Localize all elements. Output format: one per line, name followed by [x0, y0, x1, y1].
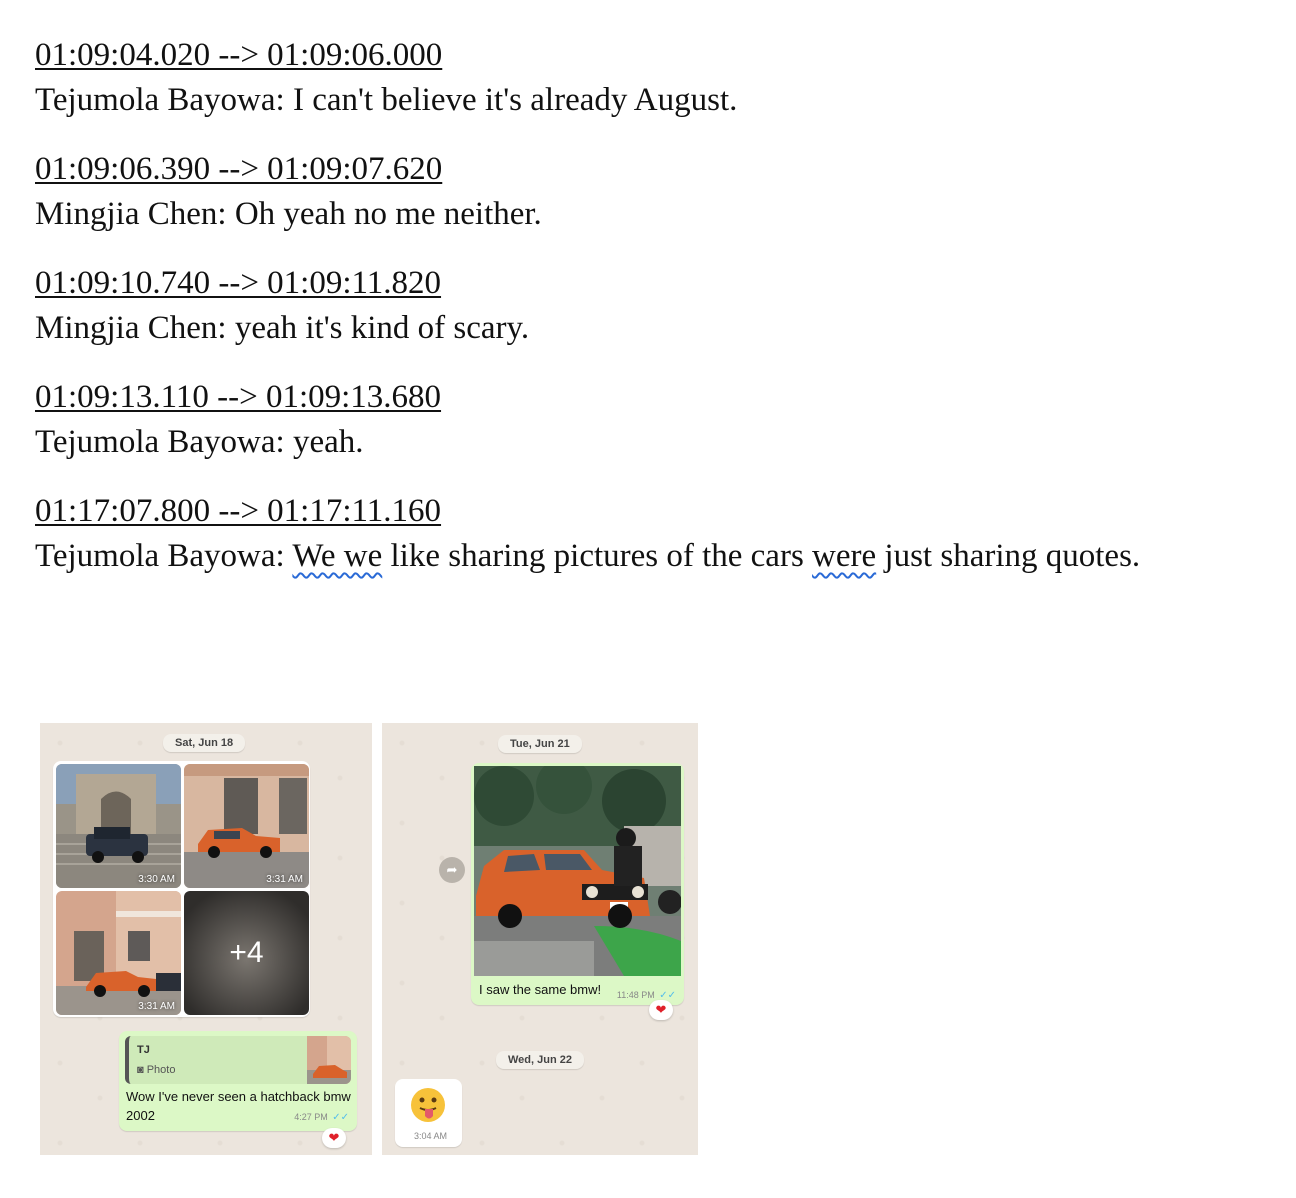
tongue-out-emoji-icon [411, 1088, 445, 1122]
date-chip: Sat, Jun 18 [163, 734, 246, 752]
quoted-sender: TJ [137, 1044, 150, 1056]
photo-message-bubble[interactable]: I saw the same bmw! 11:48 PM ✓✓ [471, 763, 684, 1005]
read-ticks-icon: ✓✓ [332, 1112, 349, 1123]
forward-icon[interactable]: ➦ [439, 857, 465, 883]
spellcheck-word[interactable]: were [812, 538, 876, 574]
cue-timestamp: 01:09:10.740 --> 01:09:11.820 [35, 265, 442, 301]
message-time: 3:04 AM [414, 1131, 448, 1141]
transcript-cue: 01:09:06.390 --> 01:09:07.620 Mingjia Ch… [35, 147, 1275, 237]
photo-album[interactable]: 3:30 AM 3:31 AM 3:31 AM +4 [53, 761, 310, 1017]
cue-text-part: just sharing quotes. [876, 538, 1141, 574]
cue-text: Tejumola Bayowa: yeah. [35, 424, 364, 460]
camera-icon: ◙ [137, 1064, 147, 1076]
transcript-cue: 01:09:04.020 --> 01:09:06.000 Tejumola B… [35, 33, 1275, 123]
cue-timestamp: 01:09:13.110 --> 01:09:13.680 [35, 379, 442, 415]
cue-text: Mingjia Chen: yeah it's kind of scary. [35, 310, 530, 346]
cue-text: Tejumola Bayowa: I can't believe it's al… [35, 82, 738, 118]
message-meta: 4:27 PM ✓✓ [294, 1107, 349, 1125]
cue-text: Mingjia Chen: Oh yeah no me neither. [35, 196, 542, 232]
cue-text: Tejumola Bayowa: We we like sharing pict… [35, 533, 1275, 579]
cue-text-part: like sharing pictures of the cars [382, 538, 813, 574]
date-chip: Wed, Jun 22 [496, 1051, 584, 1069]
photo-thumbnail[interactable]: 3:30 AM [56, 764, 181, 888]
orange-bmw-motorcycle-photo [474, 766, 681, 976]
speaker-text: Tejumola Bayowa: [35, 538, 293, 574]
photo-thumbnail[interactable]: 3:31 AM [184, 764, 309, 888]
message-time: 11:48 PM [616, 990, 655, 1000]
chat-screenshot-1: Sat, Jun 18 3:30 AM 3:31 AM 3:31 AM +4 T… [40, 723, 372, 1155]
more-photos-count: +4 [229, 936, 264, 969]
quoted-photo-thumbnail [307, 1036, 351, 1084]
cue-timestamp: 01:09:04.020 --> 01:09:06.000 [35, 37, 443, 73]
spellcheck-word[interactable]: We we [292, 538, 382, 574]
quoted-message[interactable]: TJ ◙ Photo [125, 1036, 351, 1084]
chat-screenshot-2: Tue, Jun 21 ➦ I saw the same bmw! 11:48 … [382, 723, 698, 1155]
photo-thumbnail[interactable]: 3:31 AM [56, 891, 181, 1015]
stone-stairs-car-photo [56, 764, 181, 888]
heart-reaction[interactable]: ❤ [649, 1000, 673, 1020]
emoji-message-bubble[interactable]: 3:04 AM [395, 1079, 462, 1147]
orange-bmw-street-photo [56, 891, 181, 1015]
cue-timestamp: 01:09:06.390 --> 01:09:07.620 [35, 151, 443, 187]
transcript-cue: 01:09:13.110 --> 01:09:13.680 Tejumola B… [35, 375, 1275, 465]
orange-bmw-photo [184, 764, 309, 888]
transcript: 01:09:04.020 --> 01:09:06.000 Tejumola B… [35, 33, 1275, 603]
more-photos-tile[interactable]: +4 [184, 891, 309, 1015]
message-text: I saw the same bmw! [479, 982, 602, 997]
reply-message-bubble[interactable]: TJ ◙ Photo Wow I've never seen a hatchba… [119, 1031, 357, 1131]
transcript-cue: 01:17:07.800 --> 01:17:11.160 Tejumola B… [35, 489, 1275, 579]
date-chip: Tue, Jun 21 [498, 735, 582, 753]
photo-time: 3:31 AM [266, 874, 303, 885]
message-time: 4:27 PM [294, 1112, 328, 1122]
cue-timestamp: 01:17:07.800 --> 01:17:11.160 [35, 493, 442, 529]
heart-reaction[interactable]: ❤ [322, 1128, 346, 1148]
photo-time: 3:30 AM [138, 874, 175, 885]
transcript-cue: 01:09:10.740 --> 01:09:11.820 Mingjia Ch… [35, 261, 1275, 351]
photo-time: 3:31 AM [138, 1001, 175, 1012]
quoted-type: ◙ Photo [137, 1064, 176, 1076]
